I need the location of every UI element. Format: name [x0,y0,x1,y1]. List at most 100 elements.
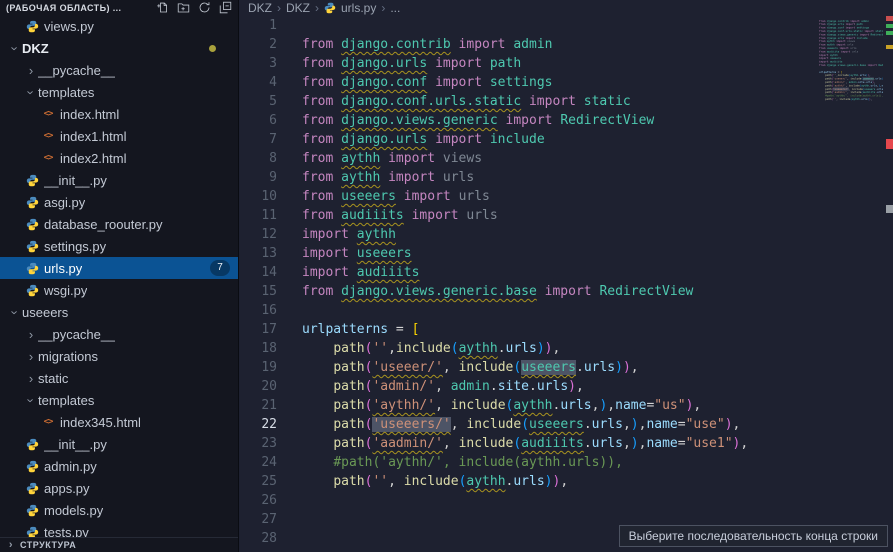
breadcrumb-item[interactable]: ... [390,1,400,15]
tree-file-__init__.py[interactable]: __init__.py [0,433,238,455]
code-line-15[interactable]: 15from django.views.generic.base import … [239,282,893,301]
code-line-14[interactable]: 14import audiiits [239,263,893,282]
code-line-9[interactable]: 9from aythh import urls [239,168,893,187]
code-line-25[interactable]: 25 path('', include(aythh.urls)), [239,472,893,491]
chevron-right-icon: › [24,349,38,364]
line-number: 17 [239,320,277,339]
tree-file-index2.html[interactable]: <>index2.html [0,147,238,169]
code-line-1[interactable]: 1 [239,16,893,35]
py-file-icon [24,173,40,187]
code-line-22[interactable]: 22 path('useeers/', include(useeers.urls… [239,415,893,434]
line-content: from django.views.generic import Redirec… [277,111,654,130]
refresh-icon[interactable] [195,0,213,15]
item-label: views.py [44,19,94,34]
code-line-18[interactable]: 18 path('',include(aythh.urls)), [239,339,893,358]
py-file-icon [24,503,40,517]
chevron-down-icon: › [8,41,23,55]
code-line-20[interactable]: 20 path('admin/', admin.site.urls), [239,377,893,396]
code-line-8[interactable]: 8from aythh import views [239,149,893,168]
tree-file-index.html[interactable]: <> index.html [0,103,238,125]
tree-folder-__pycache__[interactable]: ›__pycache__ [0,323,238,345]
breadcrumb-item[interactable]: DKZ [286,1,310,15]
chevron-right-icon: › [24,371,38,386]
item-label: asgi.py [44,195,85,210]
item-label: templates [38,85,94,100]
minimap[interactable]: from django.contrib import adminfrom dja… [819,16,883,114]
ruler-mark [886,31,893,35]
new-file-icon[interactable] [153,0,171,15]
line-content: from django.conf import settings [277,73,552,92]
line-content: path('',include(aythh.urls)), [277,339,560,358]
tree-file-settings.py[interactable]: settings.py [0,235,238,257]
item-label: __init__.py [44,437,107,452]
line-number: 3 [239,54,277,73]
line-number: 26 [239,491,277,510]
line-content [277,510,302,529]
code-line-7[interactable]: 7from django.urls import include [239,130,893,149]
breadcrumb-item[interactable]: urls.py [341,1,376,15]
line-number: 9 [239,168,277,187]
code-line-11[interactable]: 11from audiiits import urls [239,206,893,225]
tree-file-database_roouter.py[interactable]: database_roouter.py [0,213,238,235]
tree-file-views.py[interactable]: views.py [0,15,238,37]
minimap-line [819,108,883,111]
line-content: path('', include(aythh.urls)), [277,472,568,491]
code-line-21[interactable]: 21 path('aythh/', include(aythh.urls,),n… [239,396,893,415]
code-line-16[interactable]: 16 [239,301,893,320]
tree-folder-DKZ[interactable]: ›DKZ [0,37,238,59]
tree-file-index1.html[interactable]: <>index1.html [0,125,238,147]
problems-badge: 7 [210,260,230,276]
code-area[interactable]: 12from django.contrib import admin3from … [239,16,893,552]
chevron-right-icon: › [6,539,16,551]
code-line-10[interactable]: 10from useeers import urls [239,187,893,206]
code-line-2[interactable]: 2from django.contrib import admin [239,35,893,54]
tree-folder-templates[interactable]: ›templates [0,389,238,411]
tree-file-__init__.py[interactable]: __init__.py [0,169,238,191]
tree-folder-templates[interactable]: ›templates [0,81,238,103]
line-number: 7 [239,130,277,149]
tree-file-admin.py[interactable]: admin.py [0,455,238,477]
item-label: index1.html [60,129,126,144]
code-line-19[interactable]: 19 path('useeer/', include(useeers.urls)… [239,358,893,377]
item-label: static [38,371,68,386]
code-line-17[interactable]: 17urlpatterns = [ [239,320,893,339]
code-line-24[interactable]: 24 #path('aythh/', include(aythh.urls)), [239,453,893,472]
code-line-3[interactable]: 3from django.urls import path [239,54,893,73]
tree-file-wsgi.py[interactable]: wsgi.py [0,279,238,301]
line-number: 4 [239,73,277,92]
chevron-down-icon: › [24,85,39,99]
tree-file-asgi.py[interactable]: asgi.py [0,191,238,213]
line-number: 2 [239,35,277,54]
item-label: index.html [60,107,119,122]
ruler-mark [886,45,893,49]
html-file-icon: <> [40,107,56,121]
collapse-all-icon[interactable] [216,0,234,15]
item-label: migrations [38,349,98,364]
new-folder-icon[interactable] [174,0,192,15]
tree-folder-__pycache__[interactable]: ›__pycache__ [0,59,238,81]
tree-file-urls.py[interactable]: urls.py7 [0,257,238,279]
code-line-26[interactable]: 26 [239,491,893,510]
code-line-6[interactable]: 6from django.views.generic import Redire… [239,111,893,130]
code-line-4[interactable]: 4from django.conf import settings [239,73,893,92]
file-tree: views.py›DKZ›__pycache__›templates<>inde… [0,15,238,552]
line-number: 18 [239,339,277,358]
line-content: path('admin/', admin.site.urls), [277,377,584,396]
code-line-5[interactable]: 5from django.conf.urls.static import sta… [239,92,893,111]
tree-file-models.py[interactable]: models.py [0,499,238,521]
code-line-13[interactable]: 13import useeers [239,244,893,263]
code-line-23[interactable]: 23 path('aadmin/', include(audiiits.urls… [239,434,893,453]
tree-file-index345.html[interactable]: <>index345.html [0,411,238,433]
modified-dot [209,45,216,52]
code-line-12[interactable]: 12import aythh [239,225,893,244]
tree-file-apps.py[interactable]: apps.py [0,477,238,499]
explorer-section-header[interactable]: (РАБОЧАЯ ОБЛАСТЬ) ... [0,0,238,15]
item-label: models.py [44,503,103,518]
tree-folder-useeers[interactable]: ›useeers [0,301,238,323]
ruler-mark [886,205,893,213]
outline-section-header[interactable]: › СТРУКТУРА [0,537,238,552]
chevron-down-icon: › [8,305,23,319]
tree-folder-static[interactable]: ›static [0,367,238,389]
breadcrumb-item[interactable]: DKZ [248,1,272,15]
tree-folder-migrations[interactable]: ›migrations [0,345,238,367]
